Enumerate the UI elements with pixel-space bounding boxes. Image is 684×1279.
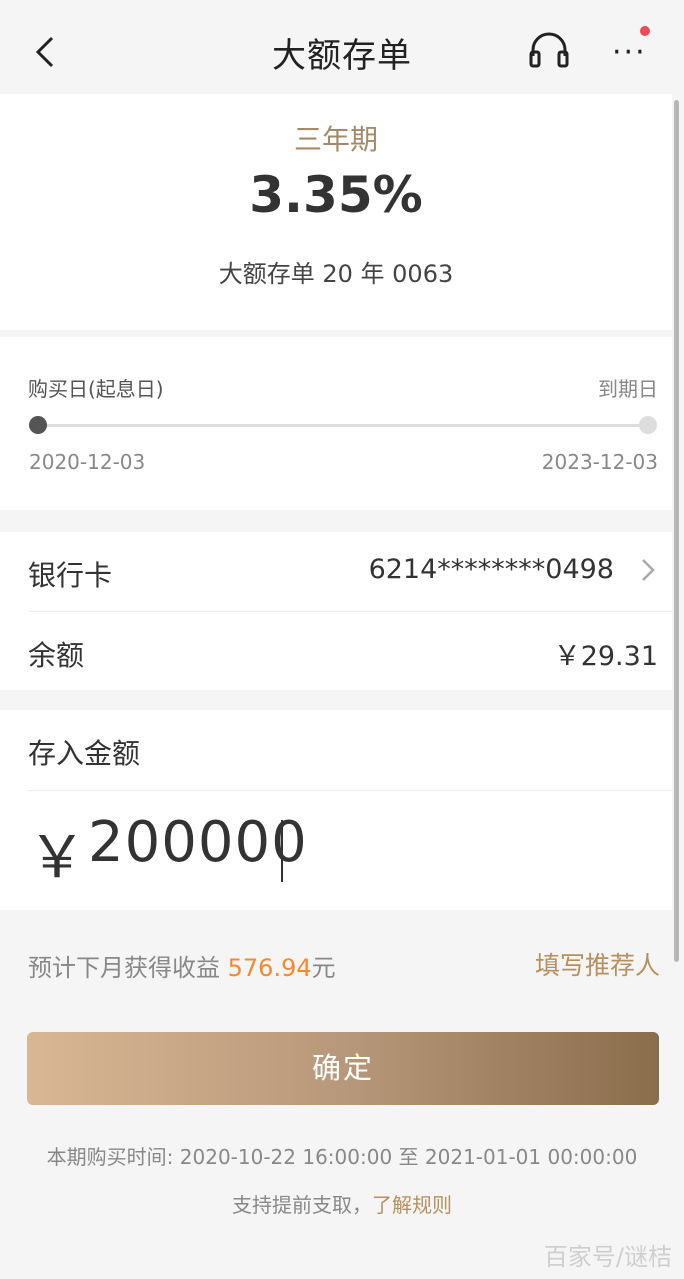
start-date-label: 购买日(起息日) — [28, 377, 164, 401]
rules-prefix: 支持提前支取， — [232, 1193, 372, 1217]
interest-rate: 3.35% — [249, 166, 423, 224]
balance-value: ￥29.31 — [553, 641, 658, 672]
more-icon: ··· — [612, 35, 647, 70]
timeline-bar — [38, 424, 648, 427]
deposit-amount-card: 存入金额 ￥ 200000 — [0, 710, 672, 910]
divider — [28, 790, 672, 791]
page-title: 大额存单 — [272, 36, 412, 76]
deposit-amount-value: 200000 — [88, 810, 308, 875]
top-bar: 大额存单 ··· — [0, 0, 684, 94]
learn-rules-link[interactable]: 了解规则 — [372, 1193, 452, 1217]
estimated-income: 预计下月获得收益 576.94元 — [28, 948, 336, 983]
end-date: 2023-12-03 — [541, 450, 658, 474]
bank-card-label: 银行卡 — [28, 559, 113, 592]
date-timeline-card: 购买日(起息日) 到期日 2020-12-03 2023-12-03 — [0, 337, 672, 510]
product-summary-card: 三年期 3.35% 大额存单 20 年 0063 — [0, 94, 672, 330]
more-button[interactable]: ··· — [606, 26, 656, 76]
income-prefix: 预计下月获得收益 — [28, 954, 228, 982]
headset-icon — [529, 32, 569, 68]
text-cursor — [281, 820, 283, 882]
deposit-amount-label: 存入金额 — [28, 737, 141, 770]
income-value: 576.94 — [227, 954, 312, 982]
bank-card-number: 6214********0498 — [368, 554, 614, 585]
currency-symbol: ￥ — [28, 823, 87, 891]
fill-referrer-link[interactable]: 填写推荐人 — [535, 946, 660, 982]
confirm-button[interactable]: 确定 — [27, 1032, 659, 1105]
bank-card-row[interactable]: 银行卡 6214********0498 — [0, 532, 672, 611]
end-date-label: 到期日 — [598, 377, 658, 401]
term-label: 三年期 — [293, 123, 378, 156]
purchase-period: 本期购买时间: 2020-10-22 16:00:00 至 2021-01-01… — [46, 1145, 638, 1169]
scrollbar[interactable] — [674, 100, 679, 962]
customer-service-button[interactable] — [527, 32, 571, 72]
deposit-amount-input[interactable]: ￥ 200000 — [28, 810, 648, 891]
end-dot — [639, 416, 657, 434]
account-card: 银行卡 6214********0498 余额 ￥29.31 — [0, 532, 672, 690]
notification-dot — [640, 26, 650, 36]
early-withdrawal-note: 支持提前支取，了解规则 — [0, 1189, 684, 1218]
chevron-right-icon — [642, 559, 655, 581]
start-date: 2020-12-03 — [29, 450, 146, 474]
balance-label: 余额 — [28, 639, 85, 672]
product-name: 大额存单 20 年 0063 — [218, 260, 454, 288]
income-suffix: 元 — [311, 954, 336, 982]
watermark: 百家号/谜桔 — [543, 1243, 672, 1271]
divider — [28, 611, 672, 612]
start-dot — [29, 416, 47, 434]
